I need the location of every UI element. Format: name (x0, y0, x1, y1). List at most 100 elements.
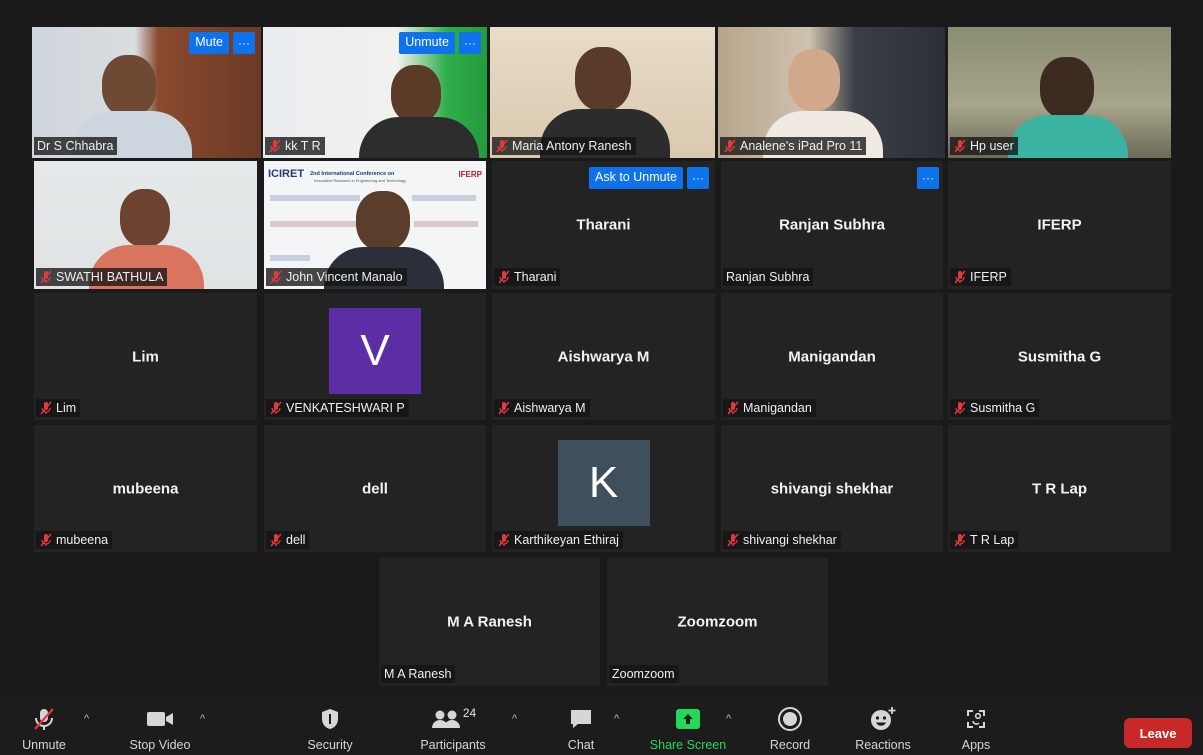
avatar: V (329, 308, 421, 395)
participant-display-name: Lim (132, 348, 159, 365)
participant-tile[interactable]: Zoomzoom Zoomzoom (607, 558, 828, 686)
participant-nametag: kk T R (265, 137, 325, 155)
participant-name: SWATHI BATHULA (56, 270, 164, 284)
muted-mic-icon (954, 401, 966, 415)
muted-mic-icon (270, 401, 282, 415)
apps-button[interactable]: Apps (952, 705, 1000, 752)
participant-display-name: T R Lap (1032, 480, 1087, 497)
stop-video-label: Stop Video (129, 738, 191, 752)
participant-name: Susmitha G (970, 401, 1036, 415)
participant-tile[interactable]: Susmitha G Susmitha G (948, 293, 1171, 420)
record-icon (778, 707, 802, 731)
participant-nametag: Lim (36, 399, 81, 417)
share-options-caret-icon[interactable]: ^ (726, 713, 731, 725)
unmute-button[interactable]: Unmute (18, 705, 70, 752)
apps-icon (967, 710, 985, 728)
share-screen-button[interactable]: Share Screen (642, 705, 734, 752)
participant-nametag: Ranjan Subhra (723, 268, 814, 286)
participant-display-name: M A Ranesh (447, 613, 532, 631)
participant-tile[interactable]: V VENKATESHWARI P (264, 293, 486, 420)
ask-to-unmute-button[interactable]: Ask to Unmute (589, 167, 683, 189)
participant-nametag: M A Ranesh (381, 665, 456, 683)
participant-name: dell (286, 533, 306, 547)
muted-mic-icon (727, 401, 739, 415)
participant-name: Karthikeyan Ethiraj (514, 533, 619, 547)
video-options-caret-icon[interactable]: ^ (200, 713, 205, 725)
participant-nametag: Zoomzoom (609, 665, 679, 683)
muted-mic-icon (954, 533, 966, 547)
participant-nametag: Aishwarya M (494, 399, 590, 417)
muted-microphone-icon (34, 708, 54, 730)
reactions-button[interactable]: Reactions (848, 705, 918, 752)
more-options-button[interactable]: ··· (233, 32, 255, 54)
chat-bubble-icon (571, 710, 591, 728)
leave-button[interactable]: Leave (1124, 718, 1192, 748)
participant-tile[interactable]: Hp user (948, 27, 1171, 158)
participant-tile[interactable]: Ask to Unmute ··· Tharani Tharani (492, 161, 715, 289)
chat-label: Chat (567, 738, 595, 752)
participant-nametag: Karthikeyan Ethiraj (494, 531, 623, 549)
participants-options-caret-icon[interactable]: ^ (512, 713, 517, 725)
more-options-button[interactable]: ··· (917, 167, 939, 189)
slide-brand-logo: ICIRET (268, 168, 305, 180)
participant-name: Zoomzoom (612, 667, 675, 681)
participant-tile[interactable]: shivangi shekhar shivangi shekhar (721, 425, 943, 552)
participant-nametag: Dr S Chhabra (34, 137, 118, 155)
participant-nametag: Hp user (950, 137, 1018, 155)
unmute-participant-button[interactable]: Unmute (399, 32, 455, 54)
security-label: Security (307, 738, 353, 752)
audio-options-caret-icon[interactable]: ^ (84, 713, 89, 725)
participant-tile[interactable]: T R Lap T R Lap (948, 425, 1171, 552)
muted-mic-icon (954, 270, 966, 284)
participant-tile[interactable]: Manigandan Manigandan (721, 293, 943, 420)
participant-name: Aishwarya M (514, 401, 586, 415)
muted-mic-icon (724, 139, 736, 153)
participant-tile[interactable]: ··· Ranjan Subhra Ranjan Subhra (721, 161, 943, 289)
participant-tile[interactable]: M A Ranesh M A Ranesh (379, 558, 600, 686)
participant-tile[interactable]: K Karthikeyan Ethiraj (492, 425, 715, 552)
security-button[interactable]: Security (300, 705, 360, 752)
participant-tile[interactable]: Maria Antony Ranesh (490, 27, 715, 158)
participant-display-name: shivangi shekhar (770, 480, 894, 497)
participant-tile[interactable]: dell dell (264, 425, 486, 552)
participant-nametag: VENKATESHWARI P (266, 399, 409, 417)
mute-participant-button[interactable]: Mute (189, 32, 229, 54)
participant-tile[interactable]: Analene's iPad Pro 11 (718, 27, 945, 158)
reactions-label: Reactions (855, 738, 911, 752)
muted-mic-icon (270, 533, 282, 547)
participant-name: Maria Antony Ranesh (512, 139, 632, 153)
chat-button[interactable]: Chat (556, 705, 606, 752)
muted-mic-icon (270, 270, 282, 284)
participant-tile[interactable]: Aishwarya M Aishwarya M (492, 293, 715, 420)
muted-mic-icon (498, 401, 510, 415)
more-options-button[interactable]: ··· (687, 167, 709, 189)
participant-nametag: Susmitha G (950, 399, 1040, 417)
participant-name: Hp user (970, 139, 1014, 153)
participant-tile[interactable]: mubeena mubeena (34, 425, 257, 552)
participant-tile[interactable]: ICIRET 2nd International Conference on I… (264, 161, 486, 289)
more-options-button[interactable]: ··· (459, 32, 481, 54)
record-button[interactable]: Record (764, 705, 816, 752)
record-label: Record (769, 738, 811, 752)
participant-tile[interactable]: Lim Lim (34, 293, 257, 420)
participants-label: Participants (420, 738, 486, 752)
participants-button[interactable]: 24 Participants (414, 705, 492, 752)
participant-tile[interactable]: SWATHI BATHULA (34, 161, 257, 289)
participant-name: M A Ranesh (384, 667, 452, 681)
muted-mic-icon (498, 533, 510, 547)
chat-options-caret-icon[interactable]: ^ (614, 713, 619, 725)
participant-tile[interactable]: Mute ··· Dr S Chhabra (32, 27, 261, 158)
share-screen-label: Share Screen (649, 738, 727, 752)
video-grid: Mute ··· Dr S Chhabra Unmute ··· kk T R … (0, 0, 1203, 697)
participant-name: kk T R (285, 139, 321, 153)
stop-video-button[interactable]: Stop Video (122, 705, 198, 752)
participant-nametag: John Vincent Manalo (266, 268, 407, 286)
muted-mic-icon (727, 533, 739, 547)
share-screen-arrow-icon (676, 709, 700, 729)
participant-tile[interactable]: Unmute ··· kk T R (263, 27, 487, 158)
participant-display-name: Susmitha G (1017, 348, 1102, 365)
participants-count: 24 (462, 706, 477, 720)
participant-display-name: dell (362, 480, 388, 497)
participant-name: Ranjan Subhra (726, 270, 810, 284)
participant-tile[interactable]: IFERP IFERP (948, 161, 1171, 289)
